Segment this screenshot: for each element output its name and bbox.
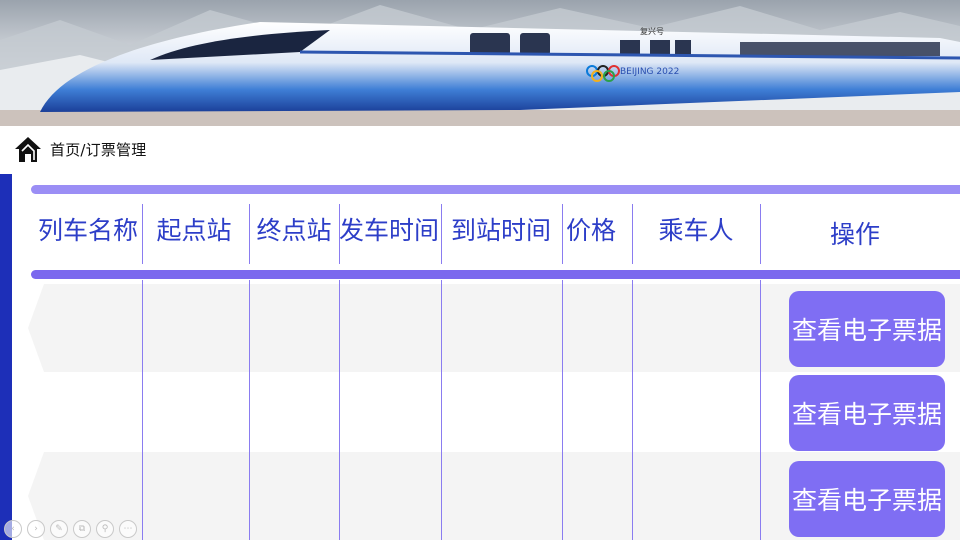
view-e-ticket-button[interactable]: 查看电子票据 <box>789 375 945 451</box>
column-divider <box>760 280 761 540</box>
pen-icon[interactable]: ✎ <box>50 520 68 538</box>
column-divider <box>142 280 143 540</box>
column-divider <box>249 204 250 264</box>
header-banner: BEIJING 2022 复兴号 <box>0 0 960 126</box>
column-header-train-name: 列车名称 <box>37 216 138 245</box>
copy-icon[interactable]: ⧉ <box>73 520 91 538</box>
column-divider <box>339 204 340 264</box>
column-divider <box>441 204 442 264</box>
view-e-ticket-button[interactable]: 查看电子票据 <box>789 291 945 367</box>
zoom-icon[interactable]: ⚲ <box>96 520 114 538</box>
column-header-arrival-time: 到站时间 <box>450 216 551 245</box>
column-header-price: 价格 <box>565 216 616 245</box>
breadcrumb: 首页/订票管理 <box>14 134 146 164</box>
column-header-action: 操作 <box>829 220 880 249</box>
train-car-text: 复兴号 <box>640 26 664 36</box>
prev-icon[interactable]: ‹ <box>4 520 22 538</box>
side-accent-bar <box>0 174 12 540</box>
train-banner-image: BEIJING 2022 复兴号 <box>0 0 960 126</box>
view-e-ticket-button[interactable]: 查看电子票据 <box>789 461 945 537</box>
column-divider <box>441 280 442 540</box>
column-divider <box>142 204 143 264</box>
table-header-rule <box>31 270 960 279</box>
column-divider <box>632 204 633 264</box>
table-top-rule <box>31 185 960 194</box>
home-icon[interactable] <box>14 135 42 163</box>
column-divider <box>339 280 340 540</box>
next-icon[interactable]: › <box>27 520 45 538</box>
breadcrumb-text[interactable]: 首页/订票管理 <box>50 139 146 160</box>
column-header-destination: 终点站 <box>256 216 332 245</box>
column-header-departure-time: 发车时间 <box>339 216 440 245</box>
column-divider <box>632 280 633 540</box>
column-divider <box>249 280 250 540</box>
column-header-origin: 起点站 <box>156 216 232 245</box>
column-divider <box>562 204 563 264</box>
train-logo-text: BEIJING 2022 <box>620 67 679 77</box>
slide-controls: ‹ › ✎ ⧉ ⚲ ⋯ <box>4 520 137 538</box>
column-divider <box>562 280 563 540</box>
column-header-passenger: 乘车人 <box>658 216 734 245</box>
more-icon[interactable]: ⋯ <box>119 520 137 538</box>
column-divider <box>760 204 761 264</box>
